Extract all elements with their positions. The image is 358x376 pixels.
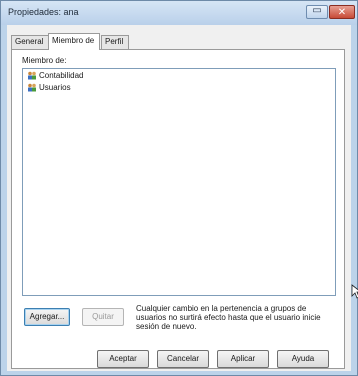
mouse-pointer-icon <box>351 284 358 299</box>
add-button[interactable]: Agregar... <box>24 308 70 326</box>
group-icon <box>28 83 36 92</box>
title-bar[interactable]: Propiedades: ana ▭ ✕ <box>1 1 357 25</box>
tab-profile[interactable]: Perfil <box>101 35 129 49</box>
help-button[interactable]: Ayuda <box>277 350 329 368</box>
ok-button[interactable]: Aceptar <box>97 350 149 368</box>
close-button[interactable]: ✕ <box>329 5 355 19</box>
dialog-client-area: General Miembro de Perfil Miembro de: Co… <box>7 25 358 371</box>
list-item[interactable]: Usuarios <box>25 82 335 93</box>
apply-button[interactable]: Aplicar <box>217 350 269 368</box>
tab-general[interactable]: General <box>11 35 49 49</box>
member-of-label: Miembro de: <box>22 56 67 65</box>
properties-window: Propiedades: ana ▭ ✕ General Miembro de … <box>0 0 358 376</box>
group-icon <box>28 71 36 80</box>
member-of-panel: Miembro de: Contabilidad Usuarios Agrega… <box>11 49 345 369</box>
list-item[interactable]: Contabilidad <box>25 70 335 81</box>
remove-button[interactable]: Quitar <box>82 308 124 326</box>
membership-note: Cualquier cambio en la pertenencia a gru… <box>136 304 321 331</box>
minimize-button[interactable]: ▭ <box>306 5 328 19</box>
cancel-button[interactable]: Cancelar <box>157 350 209 368</box>
window-title: Propiedades: ana <box>8 7 79 17</box>
tab-member-of[interactable]: Miembro de <box>48 33 100 50</box>
groups-listbox[interactable]: Contabilidad Usuarios <box>22 68 336 296</box>
list-item-label: Usuarios <box>39 83 71 92</box>
list-item-label: Contabilidad <box>39 71 84 80</box>
